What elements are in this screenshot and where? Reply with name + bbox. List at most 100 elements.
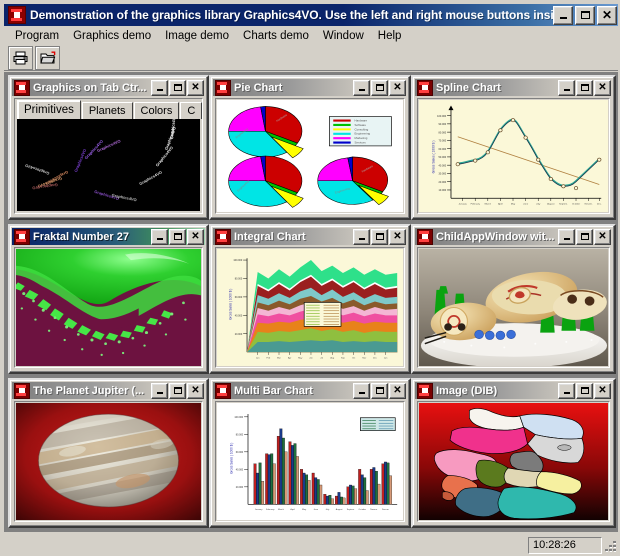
minimize-button[interactable] [151, 228, 168, 245]
svg-text:20.000: 20.000 [236, 486, 244, 489]
tab-planets[interactable]: Planets [81, 102, 133, 119]
child-title-bar[interactable]: The Planet Jupiter (... ✕ [12, 382, 205, 399]
tab-page-primitives: Graphics4VO Graphics4VO Graphics4VO Grap… [17, 119, 200, 211]
maximize-button[interactable] [575, 5, 595, 25]
child-title-bar[interactable]: Image (DIB) ✕ [415, 382, 612, 399]
child-window-graphics-tab-ctrl[interactable]: Graphics on Tab Ctr... ✕ Primitives Plan… [8, 75, 209, 220]
menu-item-graphics-demo[interactable]: Graphics demo [66, 28, 158, 44]
tab-primitives[interactable]: Primitives [17, 100, 81, 119]
germany-map-image [419, 403, 608, 520]
close-button[interactable]: ✕ [389, 228, 406, 245]
child-title-bar[interactable]: Graphics on Tab Ctr... ✕ [12, 79, 205, 96]
child-window-controls: ✕ [151, 79, 204, 96]
menu-item-program[interactable]: Program [8, 28, 66, 44]
maximize-button[interactable] [371, 79, 388, 96]
minimize-button[interactable] [353, 228, 370, 245]
child-title-bar[interactable]: Fraktal Number 27 ✕ [12, 228, 205, 245]
menu-item-help[interactable]: Help [371, 28, 409, 44]
minimize-button[interactable] [558, 228, 575, 245]
maximize-button[interactable] [371, 228, 388, 245]
child-window-image-dib[interactable]: Image (DIB) ✕ [411, 378, 616, 528]
maximize-button[interactable] [371, 382, 388, 399]
close-button[interactable]: ✕ [187, 228, 204, 245]
close-button[interactable]: ✕ [594, 382, 611, 399]
tab-colors[interactable]: Colors [133, 102, 180, 119]
close-icon: ✕ [393, 384, 402, 396]
minimize-button[interactable] [553, 5, 573, 25]
child-window-planet-jupiter[interactable]: The Planet Jupiter (... ✕ [8, 378, 209, 528]
application-window: Demonstration of the graphics library Gr… [0, 0, 620, 556]
svg-text:50.000: 50.000 [438, 156, 446, 159]
maximize-icon [580, 233, 589, 240]
child-window-spline-chart[interactable]: Spline Chart ✕ Gross Sales ( 1000 $ ) 10… [411, 75, 616, 220]
maximize-button[interactable] [576, 228, 593, 245]
minimize-button[interactable] [353, 79, 370, 96]
maximize-button[interactable] [169, 382, 186, 399]
close-icon: ✕ [393, 81, 402, 93]
close-button[interactable]: ✕ [187, 382, 204, 399]
close-button[interactable]: ✕ [389, 382, 406, 399]
minimize-button[interactable] [353, 382, 370, 399]
child-window-controls: ✕ [353, 228, 406, 245]
minimize-button[interactable] [151, 79, 168, 96]
child-window-pie-chart[interactable]: Pie Chart ✕ Hardware Engineering Hardwar… [209, 75, 411, 220]
maximize-icon [375, 387, 384, 394]
child-window-controls: ✕ [558, 79, 611, 96]
maximize-icon [580, 84, 589, 91]
close-button[interactable]: ✕ [187, 79, 204, 96]
close-button[interactable]: ✕ [597, 5, 617, 25]
close-button[interactable]: ✕ [594, 79, 611, 96]
child-title-bar[interactable]: Integral Chart ✕ [213, 228, 407, 245]
svg-text:Apr: Apr [288, 357, 292, 360]
svg-text:40.000: 40.000 [438, 165, 446, 168]
minimize-icon [358, 392, 365, 394]
child-window-childappwindow[interactable]: ChildAppWindow wit... ✕ [411, 224, 616, 374]
child-window-controls: ✕ [151, 228, 204, 245]
minimize-icon [358, 238, 365, 240]
minimize-button[interactable] [558, 79, 575, 96]
cake-photo-canvas [419, 249, 608, 366]
child-title-bar[interactable]: Multi Bar Chart ✕ [213, 382, 407, 399]
integral-chart-canvas: Gross Sales ( 1000 $ ) 100.000 80.000 60… [217, 249, 403, 366]
svg-text:Gross Sales ( 1000 $ ): Gross Sales ( 1000 $ ) [229, 443, 233, 474]
close-button[interactable]: ✕ [594, 228, 611, 245]
maximize-button[interactable] [576, 382, 593, 399]
app-logo-icon [14, 228, 30, 245]
maximize-button[interactable] [576, 79, 593, 96]
maximize-button[interactable] [169, 79, 186, 96]
svg-text:80.000: 80.000 [235, 278, 243, 281]
child-client-area: Gross Sales ( 1000 $ ) 100.000 90.000 80… [417, 98, 610, 214]
close-button[interactable]: ✕ [389, 79, 406, 96]
menu-item-window[interactable]: Window [316, 28, 371, 44]
child-window-controls: ✕ [353, 382, 406, 399]
tab-c[interactable]: C [180, 102, 202, 119]
minimize-button[interactable] [558, 382, 575, 399]
maximize-icon [173, 387, 182, 394]
child-title-text: ChildAppWindow wit... [436, 230, 555, 243]
menu-item-image-demo[interactable]: Image demo [158, 28, 236, 44]
cake-train-photo [419, 249, 608, 366]
pie-chart-plot: Hardware Engineering Hardware Software C… [217, 100, 403, 212]
minimize-button[interactable] [151, 382, 168, 399]
open-folder-icon [39, 51, 55, 63]
svg-text:Novem.: Novem. [370, 509, 378, 511]
maximize-icon [375, 233, 384, 240]
svg-text:100.000: 100.000 [234, 416, 243, 419]
resize-grip[interactable] [604, 538, 618, 552]
child-title-bar[interactable]: ChildAppWindow wit... ✕ [415, 228, 612, 245]
svg-text:January: January [459, 203, 468, 206]
child-title-bar[interactable]: Pie Chart ✕ [213, 79, 407, 96]
print-button[interactable] [8, 45, 33, 70]
open-button[interactable] [35, 45, 60, 70]
maximize-button[interactable] [169, 228, 186, 245]
app-logo-icon [14, 79, 30, 96]
menu-item-charts-demo[interactable]: Charts demo [236, 28, 316, 44]
close-icon: ✕ [191, 384, 200, 396]
main-title-bar: Demonstration of the graphics library Gr… [4, 4, 618, 26]
svg-text:Novem.: Novem. [585, 204, 593, 206]
child-window-multi-bar-chart[interactable]: Multi Bar Chart ✕ Gross Sales ( 1000 $ ) [209, 378, 411, 528]
app-logo-icon [417, 228, 433, 245]
child-window-fraktal[interactable]: Fraktal Number 27 ✕ [8, 224, 209, 374]
child-title-bar[interactable]: Spline Chart ✕ [415, 79, 612, 96]
child-window-integral-chart[interactable]: Integral Chart ✕ Gross Sales ( 1000 $ ) [209, 224, 411, 374]
